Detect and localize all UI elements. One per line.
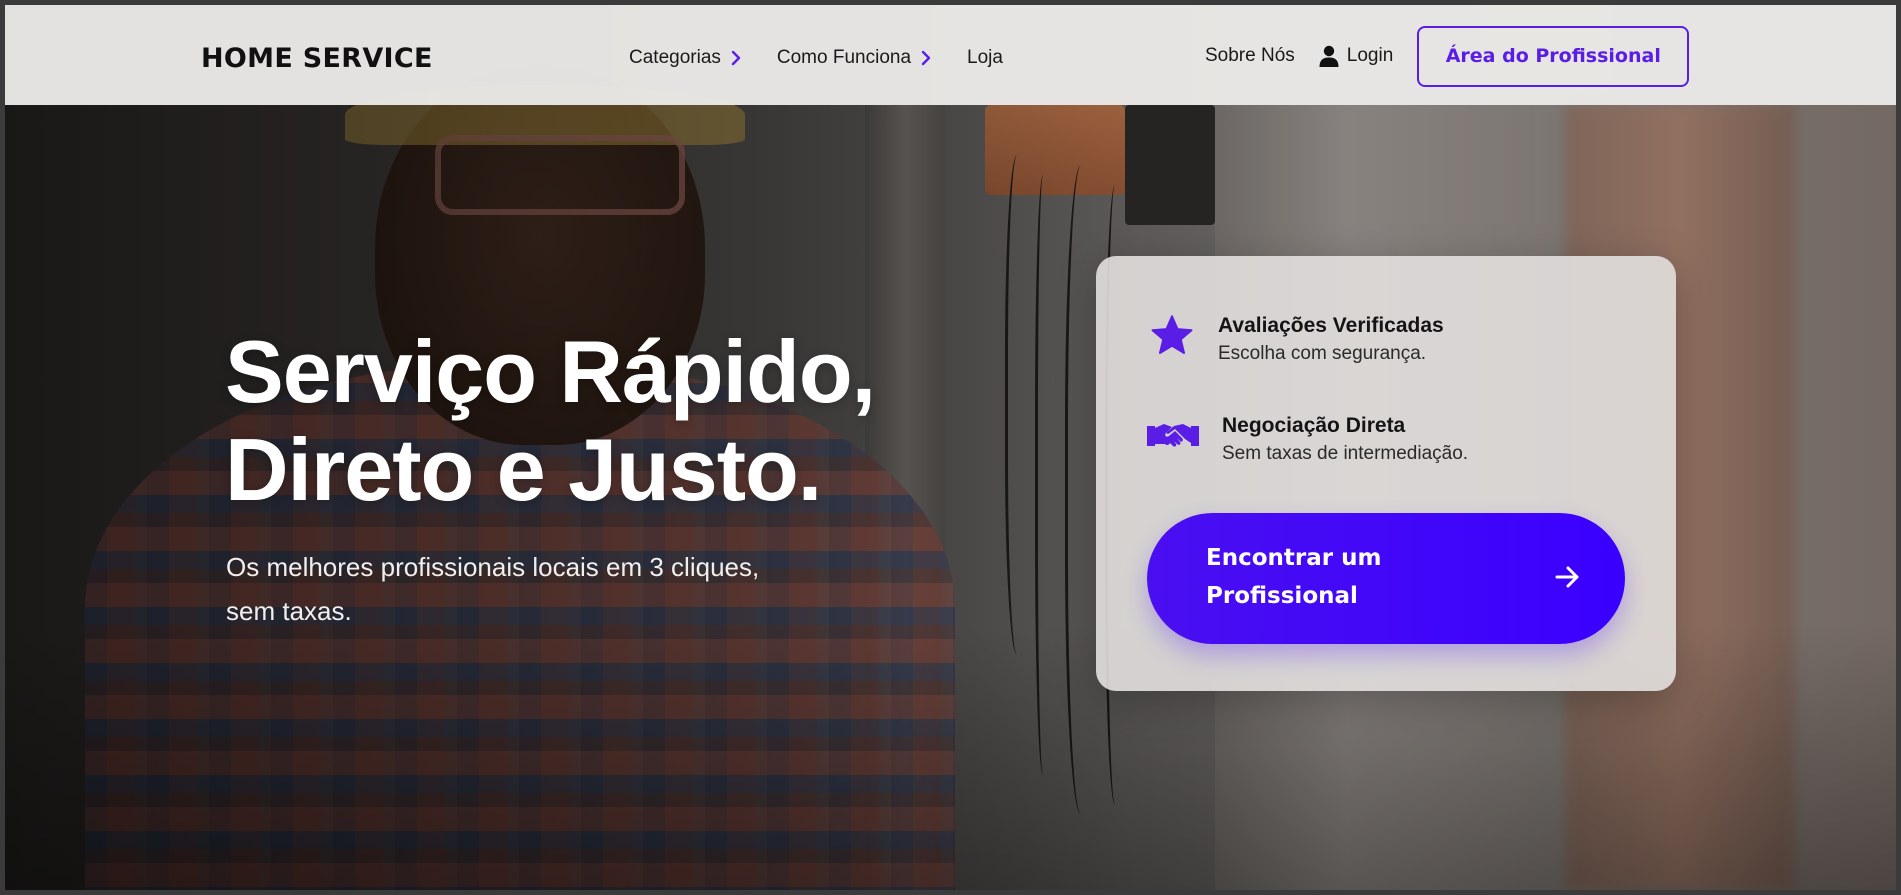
cta-label-line: Encontrar um [1206,545,1382,571]
nav-item-loja[interactable]: Loja [967,47,1003,69]
user-icon [1319,45,1339,67]
chevron-right-icon [921,50,931,66]
nav-item-como-funciona[interactable]: Como Funciona [777,47,931,69]
nav-actions: Sobre Nós Login Área do Profissional [1205,25,1690,87]
feature-description: Sem taxas de intermediação. [1222,443,1469,464]
hero-subtitle: Os melhores profissionais locais em 3 cl… [226,545,846,633]
nav-item-label: Loja [967,47,1003,68]
hero-subtitle-line: Os melhores profissionais locais em 3 cl… [226,552,760,582]
hero-subtitle-line: sem taxas. [226,596,352,626]
nav-item-label: Como Funciona [776,47,912,68]
professional-area-button[interactable]: Área do Profissional [1417,25,1690,87]
chevron-right-icon [731,50,741,66]
nav-item-sobre-nos[interactable]: Sobre Nós [1205,45,1295,67]
nav-item-categorias[interactable]: Categorias [629,47,741,69]
hero-title-line: Serviço Rápido, [225,322,876,421]
hero-title-line: Direto e Justo. [225,420,822,519]
find-professional-button[interactable]: Encontrar um Profissional [1147,513,1625,644]
feature-description: Escolha com segurança. [1218,343,1427,364]
feature-title: Avaliações Verificadas [1218,314,1444,337]
login-link[interactable]: Login [1319,45,1394,67]
browser-viewport: HOME SERVICE Categorias Como Funciona Lo… [5,5,1896,890]
feature-direct-negotiation: Negociação Direta Sem taxas de intermedi… [1146,412,1468,468]
feature-verified-reviews: Avaliações Verificadas Escolha com segur… [1148,312,1444,368]
navbar: HOME SERVICE Categorias Como Funciona Lo… [5,5,1896,105]
main-nav: Categorias Como Funciona Loja [629,47,1003,69]
cta-label-line: Profissional [1206,583,1358,609]
nav-item-label: Categorias [629,47,721,68]
handshake-icon [1146,412,1200,460]
login-label: Login [1346,45,1394,66]
cta-label: Encontrar um Profissional [1206,539,1466,615]
arrow-right-icon [1555,565,1581,592]
feature-title: Negociação Direta [1222,414,1406,437]
hero-title: Serviço Rápido, Direto e Justo. [225,322,876,519]
star-icon [1148,312,1196,360]
site-logo[interactable]: HOME SERVICE [201,43,433,74]
features-card: Avaliações Verificadas Escolha com segur… [1096,256,1676,691]
